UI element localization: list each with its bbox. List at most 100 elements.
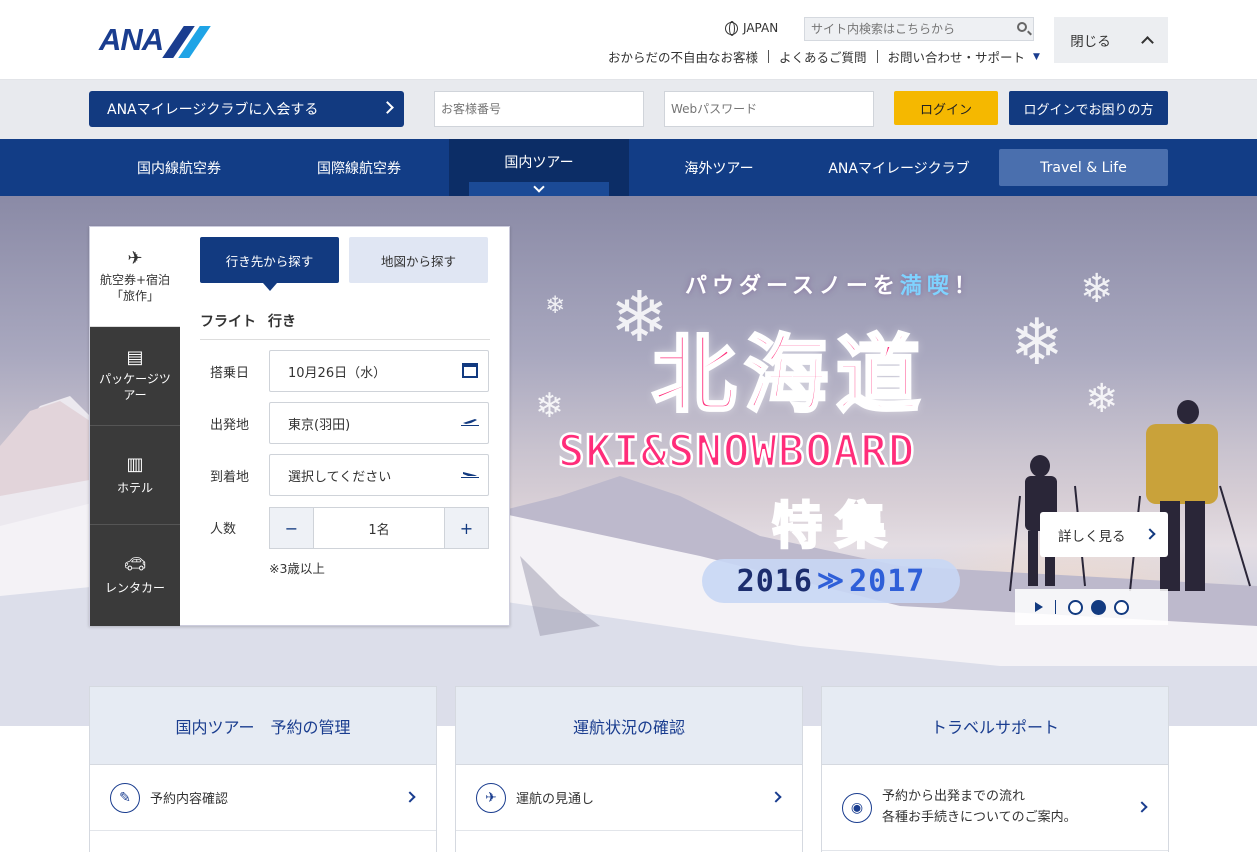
language-selector[interactable]: JAPAN <box>725 21 779 36</box>
chevron-right-icon <box>404 791 416 803</box>
carousel-dot-3[interactable] <box>1114 599 1129 615</box>
tab-flight-hotel-label: 航空券+宿泊「旅作」 <box>99 272 171 303</box>
reservation-check-label: 予約内容確認 <box>150 792 229 807</box>
nav-travel-life[interactable]: Travel & Life <box>999 149 1168 186</box>
card-title: 運航状況の確認 <box>456 687 802 765</box>
promo-feature: 特集 <box>771 496 900 557</box>
login-button[interactable]: ログイン <box>894 91 998 125</box>
hotel-icon: ▥ <box>126 453 144 475</box>
booking-flow-text: 予約から出発までの流れ 各種お手続きについてのご案内。 <box>882 787 1077 829</box>
nav-domestic-tours[interactable]: 国内ツアー <box>449 139 629 196</box>
snowflake-icon: ❄ <box>535 386 564 426</box>
divider <box>200 339 490 340</box>
dropdown-triangle-icon[interactable]: ▼ <box>1033 52 1040 62</box>
close-label: 閉じる <box>1070 34 1111 50</box>
airplane-icon: ✈ <box>476 783 506 813</box>
nav-overseas-tours[interactable]: 海外ツアー <box>629 139 809 196</box>
see-details-button[interactable]: 詳しく見る <box>1040 512 1168 557</box>
reservation-check-link[interactable]: ✎ 予約内容確認 <box>90 765 436 831</box>
carousel-dot-1[interactable] <box>1068 599 1083 615</box>
web-password-input[interactable] <box>664 91 874 127</box>
carousel-controls <box>1015 589 1168 625</box>
departure-field[interactable]: 東京(羽田) <box>269 402 489 444</box>
card-tour-reservation: 国内ツアー 予約の管理 ✎ 予約内容確認 <box>89 686 437 852</box>
site-header: ANA JAPAN おからだの不自由なお客様 よくあるご質問 お問い合わせ・サポ… <box>0 0 1257 80</box>
login-bar: ANAマイレージクラブに入会する ログイン ログインでお困りの方 <box>0 80 1257 139</box>
join-label: ANAマイレージクラブに入会する <box>107 102 319 118</box>
chevron-right-icon <box>770 791 782 803</box>
tab-search-by-map[interactable]: 地図から探す <box>349 237 488 283</box>
support-link[interactable]: お問い合わせ・サポート <box>888 47 1026 66</box>
card-title: 国内ツアー 予約の管理 <box>90 687 436 765</box>
tab-hotel-label: ホテル <box>116 480 153 495</box>
promo-sub-end: ！ <box>953 274 981 299</box>
tab-rental-car[interactable]: 🚗︎ レンタカー <box>90 525 180 626</box>
nav-mileage-club[interactable]: ANAマイレージクラブ <box>809 139 989 196</box>
chevron-right-icon <box>381 101 394 114</box>
booking-flow-link[interactable]: ◉ 予約から出発までの流れ 各種お手続きについてのご案内。 <box>822 765 1168 851</box>
tab-search-by-destination[interactable]: 行き先から探す <box>200 237 339 291</box>
promo-sub-text: パウダースノーを <box>685 274 900 299</box>
nav-international-flights[interactable]: 国際線航空券 <box>269 139 449 196</box>
search-icon[interactable] <box>1017 22 1027 32</box>
snowflake-icon: ❄ <box>545 291 566 319</box>
site-search-input[interactable] <box>805 18 1005 40</box>
flight-title: フライト <box>200 314 256 330</box>
accessibility-link[interactable]: おからだの不自由なお客様 <box>608 47 758 66</box>
join-mileage-club-button[interactable]: ANAマイレージクラブに入会する <box>89 91 404 127</box>
arrival-value: 選択してください <box>288 469 392 485</box>
arrival-label: 到着地 <box>210 470 250 485</box>
package-icon: ▤ <box>126 347 144 369</box>
booking-flow-title: 予約から出発までの流れ <box>882 788 1026 804</box>
edit-icon: ✎ <box>110 783 140 813</box>
date-field[interactable]: 10月26日（水） <box>269 350 489 392</box>
divider <box>1055 600 1056 614</box>
tab-package-tour[interactable]: ▤ パッケージツアー <box>90 327 180 426</box>
customer-number-input[interactable] <box>434 91 644 127</box>
promo-sub-highlight: 満喫 <box>899 274 954 299</box>
departure-value: 東京(羽田) <box>288 417 351 433</box>
skier-silhouettes <box>1025 400 1218 591</box>
chevron-down-icon <box>469 182 609 196</box>
age-note: ※3歳以上 <box>269 561 325 576</box>
tour-search-panel: ✈ 航空券+宿泊「旅作」 ▤ パッケージツアー ▥ ホテル 🚗︎ レンタカー 行… <box>89 226 510 626</box>
landing-icon <box>461 472 479 478</box>
snowflake-icon: ❄ <box>1010 306 1064 380</box>
play-icon[interactable] <box>1035 602 1043 612</box>
chevron-right-icon <box>1136 801 1148 813</box>
people-value[interactable]: 1名 <box>313 508 445 548</box>
login-help-button[interactable]: ログインでお困りの方 <box>1009 91 1168 125</box>
people-label: 人数 <box>210 522 237 537</box>
increment-button[interactable]: + <box>445 508 488 548</box>
chevron-up-icon <box>1140 36 1154 49</box>
snowflake-icon: ❄ <box>1080 266 1114 312</box>
plane-hotel-icon: ✈ <box>127 247 143 269</box>
nav-domestic-flights[interactable]: 国内線航空券 <box>89 139 269 196</box>
close-button[interactable]: 閉じる <box>1054 17 1168 63</box>
main-nav: 国内線航空券 国際線航空券 国内ツアー 海外ツアー ANAマイレージクラブ Tr… <box>0 139 1257 196</box>
nav-domestic-tours-label: 国内ツアー <box>504 154 574 171</box>
decrement-button[interactable]: − <box>270 508 313 548</box>
page: { "header": { "logo_text": "ANA", "langu… <box>0 0 1257 852</box>
promo-subtitle: パウダースノーを満喫！ <box>685 268 981 300</box>
tab-hotel[interactable]: ▥ ホテル <box>90 426 180 525</box>
ana-logo[interactable]: ANA <box>99 22 219 62</box>
carousel-dot-2[interactable] <box>1091 599 1106 615</box>
mouse-icon: ◉ <box>842 793 872 823</box>
tab-flight-hotel[interactable]: ✈ 航空券+宿泊「旅作」 <box>90 227 180 327</box>
faq-link[interactable]: よくあるご質問 <box>779 47 867 66</box>
site-search <box>804 17 1034 41</box>
promo-title: 北海道 <box>650 325 929 426</box>
divider <box>876 50 878 63</box>
language-label: JAPAN <box>743 21 779 35</box>
year-from: 2016 <box>736 563 813 599</box>
car-icon: 🚗︎ <box>123 554 147 575</box>
promo-year-badge: 2016 ≫ 2017 <box>702 559 960 603</box>
logo-text: ANA <box>99 22 164 57</box>
flight-outlook-link[interactable]: ✈ 運航の見通し <box>456 765 802 831</box>
arrival-field[interactable]: 選択してください <box>269 454 489 496</box>
departure-label: 出発地 <box>210 418 250 433</box>
chevron-right-icon <box>1144 528 1156 540</box>
people-stepper: − 1名 + <box>269 507 489 549</box>
booking-flow-desc: 各種お手続きについてのご案内。 <box>882 809 1077 825</box>
